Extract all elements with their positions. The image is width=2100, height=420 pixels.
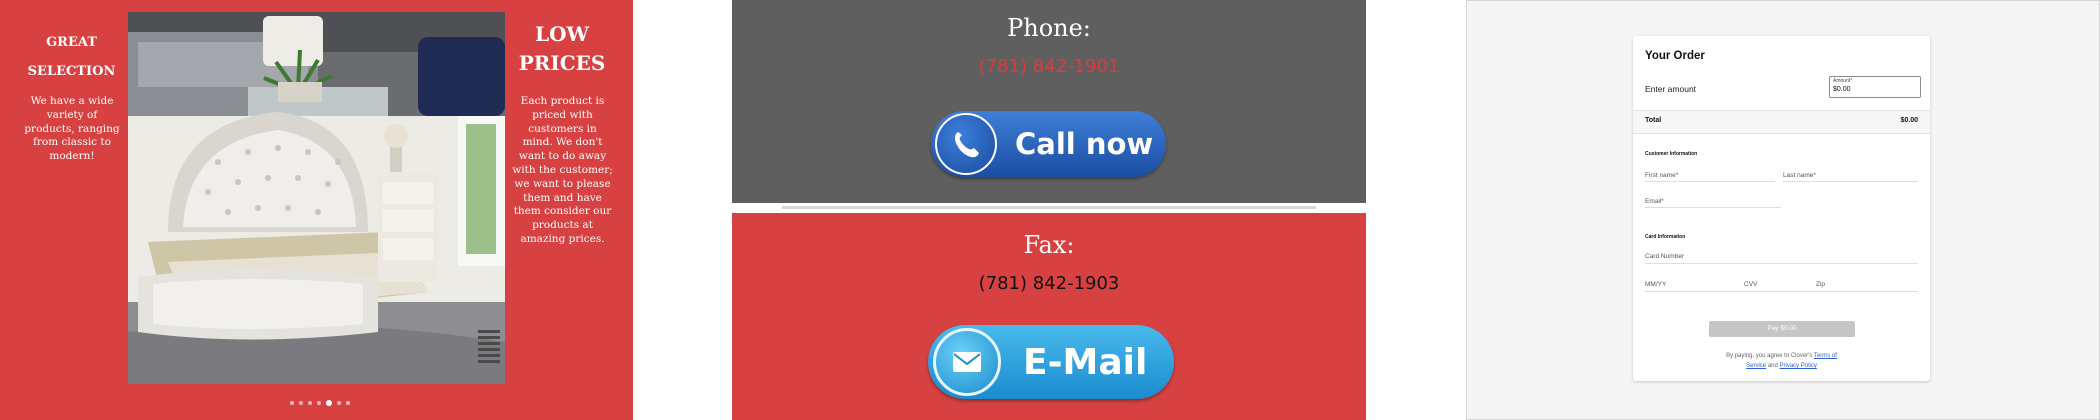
text-line: want to do away [518,150,607,163]
text-line: customers in [528,122,597,135]
email-label: E-Mail [1023,341,1148,383]
terms-and: and [1767,363,1778,369]
pay-button[interactable]: Pay $0.00 [1709,321,1855,337]
card-number-underline [1645,263,1918,264]
heading-line: GREAT [46,35,97,50]
bedroom-image [128,12,505,384]
terms-text: By paying, you agree to Clover's Terms o… [1673,351,1890,371]
zip-field[interactable]: Zip [1816,281,1825,288]
checkout-panel: Your Order Enter amount Amount* $0.00 To… [1466,0,2100,420]
amount-field-label: Amount* [1833,78,1853,84]
carousel-dot[interactable] [299,401,303,405]
text-line: modern! [49,150,95,163]
text-line: them and have [523,191,602,204]
customer-info-heading: Customer Information [1645,151,1698,157]
heading-line: LOW [535,22,589,46]
text-line: products at [532,219,593,232]
text-line: them consider our [513,205,612,218]
promo-panel: GREAT SELECTION We have a wide variety o… [0,0,633,420]
cvv-field[interactable]: CVV [1744,281,1757,288]
great-selection-heading: GREAT SELECTION [20,28,123,86]
order-card: Your Order Enter amount Amount* $0.00 To… [1633,36,1930,381]
heading-line: PRICES [518,51,606,75]
privacy-policy-link[interactable]: Privacy Policy [1780,363,1817,369]
text-line: priced with [532,108,593,121]
carousel-dot-active[interactable] [326,400,332,406]
order-title: Your Order [1645,50,1705,62]
text-line: We have a wide [30,95,114,107]
text-line: Each product is [520,95,605,107]
phone-glyph [954,132,979,158]
first-name-field[interactable]: First name* [1645,172,1678,179]
fax-number: (781) 842-1903 [978,273,1120,294]
text-line: amazing prices. [520,232,605,245]
expiry-row-underline [1645,291,1918,292]
great-selection-text: We have a wide variety of products, rang… [21,95,123,164]
text-line: with the customer; [512,163,613,176]
total-row: Total $0.00 [1633,110,1930,134]
carousel-dot[interactable] [317,401,321,405]
phone-number[interactable]: (781) 842-1901 [732,56,1366,77]
amount-input[interactable]: Amount* $0.00 [1829,76,1921,98]
fax-label: Fax: [1023,231,1075,259]
envelope-icon [933,328,1001,396]
carousel-dot[interactable] [346,401,350,405]
text-line: we want to please [514,177,611,190]
amount-value: $0.00 [1833,86,1851,93]
phone-section: Phone: (781) 842-1901 Call now [732,0,1366,203]
last-name-field[interactable]: Last name* [1783,172,1816,179]
first-name-underline [1645,181,1775,182]
carousel-dots [290,400,350,406]
text-line: mind. We don't [522,136,603,149]
fax-section: Fax: (781) 842-1903 E-Mail [732,213,1366,420]
total-value: $0.00 [1900,117,1918,124]
mmyy-field[interactable]: MM/YY [1645,281,1666,288]
carousel-dot[interactable] [337,401,341,405]
carousel-dot[interactable] [290,401,294,405]
call-now-button[interactable]: Call now [931,111,1166,177]
call-now-label: Call now [1015,127,1154,161]
contact-panel: Phone: (781) 842-1901 Call now Fax: (781… [732,0,1366,420]
heading-line: SELECTION [27,64,116,79]
text-line: variety of [46,108,98,121]
email-underline [1645,207,1781,208]
low-prices-heading: LOW PRICES [512,20,612,78]
terms-prefix: By paying, you agree to Clover's [1726,353,1813,359]
furniture-photo [128,12,505,384]
enter-amount-label: Enter amount [1645,84,1697,94]
card-number-field[interactable]: Card Number [1645,253,1684,260]
terms-link[interactable]: Terms of [1814,353,1837,359]
email-button[interactable]: E-Mail [928,325,1174,399]
last-name-underline [1783,181,1918,182]
text-line: products, ranging [24,122,120,135]
envelope-glyph [953,352,981,372]
divider [782,206,1316,209]
low-prices-text: Each product is priced with customers in… [510,95,615,247]
phone-icon [935,113,997,175]
total-label: Total [1645,117,1662,124]
carousel-dot[interactable] [308,401,312,405]
card-info-heading: Card Information [1645,234,1686,240]
service-link[interactable]: Service [1746,363,1766,369]
phone-label: Phone: [1007,14,1091,42]
email-field[interactable]: Email* [1645,198,1664,205]
text-line: from classic to [33,136,111,149]
